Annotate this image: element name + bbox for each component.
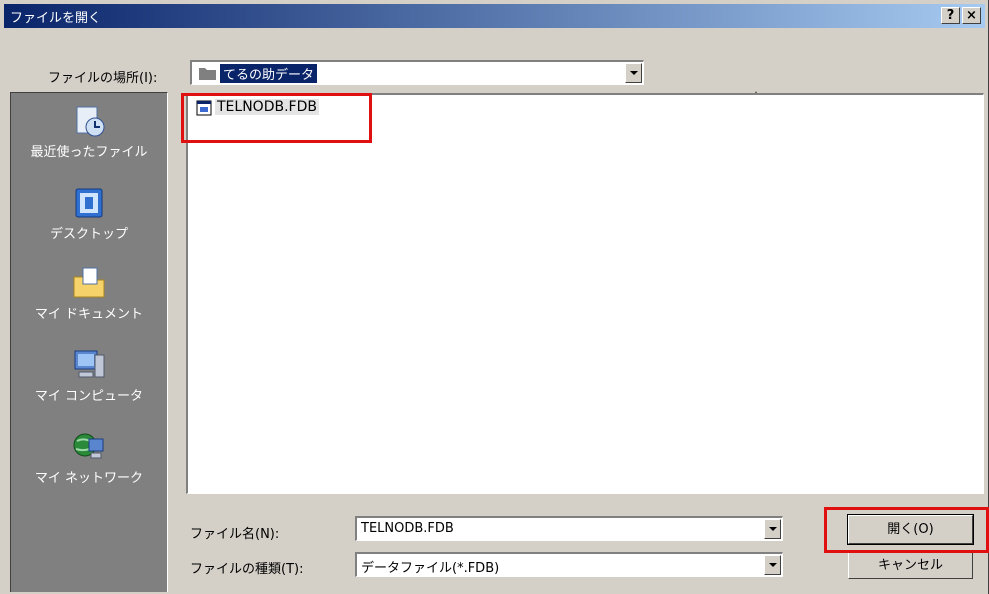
place-recent-label: 最近使ったファイル (30, 145, 148, 160)
filetype-value: データファイル(*.FDB) (361, 561, 500, 576)
location-dropdown-button[interactable] (625, 63, 642, 83)
my-documents-icon (73, 267, 105, 298)
open-button-highlight-box (824, 507, 989, 553)
file-list[interactable]: TELNODB.FDB (186, 93, 984, 494)
desktop-icon (75, 188, 103, 218)
open-file-dialog: ファイルを開く ? × ファイルの場所(I): てるの助データ 最近使ったファイ… (0, 0, 989, 594)
filetype-label: ファイルの種類(T): (190, 562, 304, 577)
place-my-computer-label: マイ コンピュータ (34, 389, 144, 404)
places-bar: 最近使ったファイル デスクトップ マイ ドキュメント マイ コンピュータ マイ … (10, 92, 168, 592)
location-combobox[interactable]: てるの助データ (190, 60, 644, 85)
help-button[interactable]: ? (941, 7, 960, 24)
filetype-select[interactable]: データファイル(*.FDB) (355, 552, 783, 577)
filename-label: ファイル名(N): (190, 527, 280, 542)
close-button[interactable]: × (962, 7, 981, 24)
folder-icon (199, 68, 216, 80)
cancel-button[interactable]: キャンセル (848, 552, 973, 579)
place-desktop[interactable]: デスクトップ (11, 185, 167, 242)
filename-dropdown-button[interactable] (764, 519, 781, 539)
my-network-icon (73, 433, 104, 459)
filename-value: TELNODB.FDB (361, 521, 454, 536)
place-my-computer[interactable]: マイ コンピュータ (11, 347, 167, 404)
title-bar[interactable]: ファイルを開く ? × (4, 4, 985, 28)
filetype-dropdown-button[interactable] (764, 555, 781, 575)
place-recent[interactable]: 最近使ったファイル (11, 103, 167, 160)
location-label: ファイルの場所(I): (48, 71, 158, 86)
place-my-documents-label: マイ ドキュメント (34, 307, 144, 322)
place-my-documents[interactable]: マイ ドキュメント (11, 265, 167, 322)
my-computer-icon (74, 350, 105, 378)
place-desktop-label: デスクトップ (49, 227, 128, 242)
recent-files-icon (76, 106, 105, 137)
location-value: てるの助データ (220, 64, 318, 83)
dialog-title: ファイルを開く (10, 11, 102, 26)
place-my-network[interactable]: マイ ネットワーク (11, 429, 167, 486)
file-highlight-box (181, 93, 372, 143)
filename-input[interactable]: TELNODB.FDB (355, 516, 783, 541)
place-my-network-label: マイ ネットワーク (34, 471, 144, 486)
